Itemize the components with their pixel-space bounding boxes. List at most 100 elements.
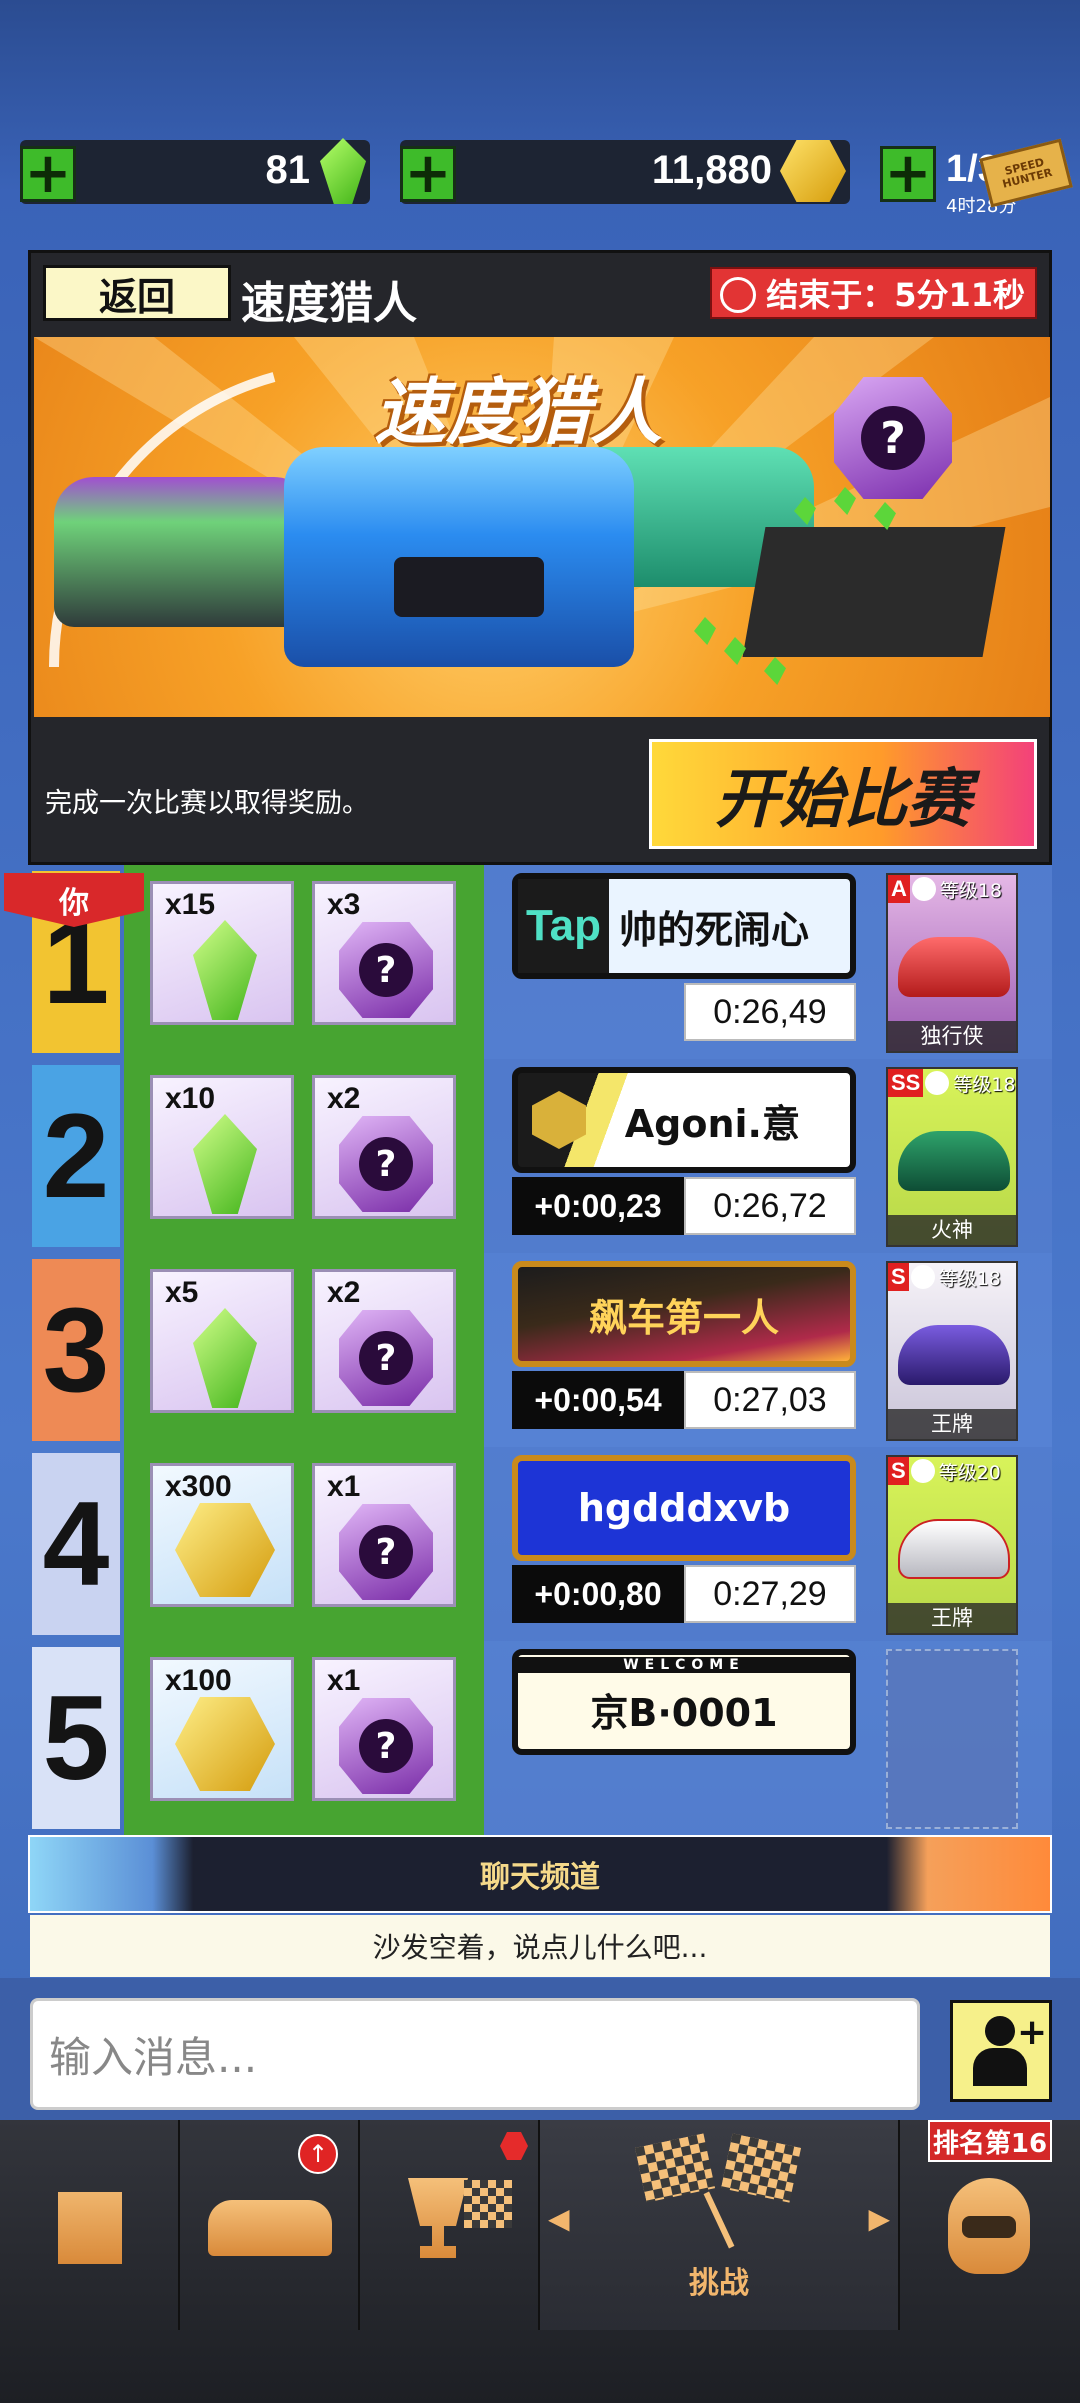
leaderboard-row: 5 x100 x1 ? WELCOME 京B·0001 [28, 1641, 1052, 1835]
brand-icon [910, 1459, 935, 1483]
next-arrow-icon[interactable]: ▶ [868, 2202, 890, 2235]
car-name: 火神 [888, 1215, 1016, 1245]
mystery-box-icon: ? [339, 1116, 433, 1212]
rank-number: 2 [32, 1065, 120, 1247]
license-plate[interactable]: 飙车第一人 [512, 1261, 856, 1367]
gem-crate-image [742, 527, 1006, 657]
challenge-label: 挑战 [689, 2266, 749, 2301]
event-banner: 速度猎人 ? [34, 337, 1050, 717]
rank-number: 3 [32, 1259, 120, 1441]
brand-icon [925, 1071, 950, 1095]
checkered-flag-icon [720, 2133, 802, 2203]
plate-text: 飙车第一人 [588, 1295, 779, 1340]
nav-upgrade[interactable]: ↑ [180, 2120, 360, 2330]
plate-text: 帅的死闹心 [618, 907, 809, 952]
clock-icon [720, 277, 757, 313]
chat-input-area: 输入消息... + [0, 1978, 1080, 2120]
mystery-box-icon: ? [834, 377, 952, 499]
chat-empty-message: 沙发空着，说点儿什么吧... [30, 1915, 1050, 1977]
event-panel: 返回 速度猎人 结束于：5分11秒 速度猎人 ? 完成一次比赛以取得奖励。 开始… [28, 250, 1052, 865]
car-card[interactable]: S 等级18 王牌 [886, 1261, 1018, 1441]
car-name: 王牌 [888, 1603, 1016, 1633]
time-difference: +0:00,54 [512, 1371, 684, 1429]
garage-icon [58, 2192, 122, 2264]
car-image [898, 937, 1010, 997]
car-card[interactable]: S 等级20 王牌 [886, 1455, 1018, 1635]
car-class: S [888, 1457, 909, 1485]
coin-icon [175, 1503, 275, 1597]
plate-text: Agoni.意 [624, 1101, 800, 1146]
reward-count: x100 [165, 1664, 232, 1697]
back-button[interactable]: 返回 [43, 265, 231, 321]
car-level: 等级18 [953, 1073, 1016, 1096]
reward-count: x3 [327, 888, 361, 921]
license-plate[interactable]: hgdddxvb [512, 1455, 856, 1561]
add-gems-button[interactable]: + [20, 146, 76, 202]
car-upgrade-icon [208, 2200, 332, 2256]
reward-count: x1 [327, 1664, 361, 1697]
checkered-flag-icon [464, 2180, 512, 2228]
race-time: 0:27,29 [684, 1565, 856, 1623]
upgrade-arrow-icon: ↑ [298, 2134, 338, 2174]
nav-trophy[interactable] [360, 2120, 540, 2330]
car-class: S [888, 1263, 909, 1291]
mystery-reward: x1 ? [312, 1657, 456, 1801]
notification-badge-icon [500, 2132, 528, 2160]
add-friend-button[interactable]: + [950, 2000, 1052, 2102]
checkered-flag-icon [634, 2133, 716, 2203]
leaderboard-row: 3 x5 x2 ? 飙车第一人 +0:00,54 0:27,03 S 等级18 王… [28, 1253, 1052, 1447]
nav-challenge[interactable]: ◀ 挑战 ▶ [540, 2120, 900, 2330]
rank-number: 4 [32, 1453, 120, 1635]
car-level: 等级20 [938, 1461, 1001, 1484]
car-level: 等级18 [939, 879, 1003, 902]
plate-text: hgdddxvb [577, 1486, 791, 1530]
reward-count: x2 [327, 1082, 361, 1115]
mystery-box-icon: ? [339, 922, 433, 1018]
license-plate[interactable]: Tap 帅的死闹心 [512, 873, 856, 979]
gem-icon [320, 138, 366, 204]
car-card[interactable]: SS 等级18 火神 [886, 1067, 1018, 1247]
start-race-button[interactable]: 开始比赛 [649, 739, 1037, 849]
event-timer: 结束于：5分11秒 [710, 267, 1037, 319]
blue-car-image [284, 447, 634, 667]
leaderboard-row: 2 x10 x2 ? Agoni.意 +0:00,23 0:26,72 SS 等级… [28, 1059, 1052, 1253]
leaderboard-row: 4 x300 x1 ? hgdddxvb +0:00,80 0:27,29 S 等… [28, 1447, 1052, 1641]
gem-reward: x5 [150, 1269, 294, 1413]
previous-arrow-icon[interactable]: ◀ [548, 2202, 570, 2235]
car-image [898, 1131, 1010, 1191]
helmet-icon [948, 2178, 1030, 2274]
empty-car-slot [886, 1649, 1018, 1829]
car-image [898, 1325, 1010, 1385]
time-difference: +0:00,80 [512, 1565, 684, 1623]
leaderboard: 1 你 x15 x3 ? Tap 帅的死闹心 0:26,49 A 等级18 独行侠… [4, 865, 1052, 1835]
mystery-box-icon: ? [339, 1310, 433, 1406]
gem-counter: + 81 [20, 138, 370, 204]
car-name: 独行侠 [888, 1021, 1016, 1051]
license-plate[interactable]: WELCOME 京B·0001 [512, 1649, 856, 1755]
coin-reward: x300 [150, 1463, 294, 1607]
gem-count: 81 [265, 148, 311, 192]
mystery-reward: x2 ? [312, 1075, 456, 1219]
add-coins-button[interactable]: + [400, 146, 456, 202]
nav-garage[interactable] [0, 2120, 180, 2330]
license-plate[interactable]: Agoni.意 [512, 1067, 856, 1173]
coin-icon [175, 1697, 275, 1791]
mystery-box-icon: ? [339, 1698, 433, 1794]
rank-number: 5 [32, 1647, 120, 1829]
time-difference: +0:00,23 [512, 1177, 684, 1235]
mystery-box-icon: ? [339, 1504, 433, 1600]
message-input[interactable]: 输入消息... [30, 1998, 920, 2110]
car-card[interactable]: A 等级18 独行侠 [886, 873, 1018, 1053]
coin-counter: + 11,880 [400, 139, 850, 204]
gem-reward: x15 [150, 881, 294, 1025]
car-name: 王牌 [888, 1409, 1016, 1439]
chat-channel-header[interactable]: 聊天频道 [28, 1835, 1052, 1913]
reward-count: x300 [165, 1470, 232, 1503]
car-image [898, 1519, 1010, 1579]
add-tickets-button[interactable]: + [880, 146, 936, 202]
plate-welcome: WELCOME [518, 1657, 850, 1673]
brand-icon [910, 1265, 935, 1289]
mystery-reward: x3 ? [312, 881, 456, 1025]
gem-icon [193, 1308, 257, 1408]
leaderboard-row: 1 你 x15 x3 ? Tap 帅的死闹心 0:26,49 A 等级18 独行侠 [4, 865, 1052, 1059]
